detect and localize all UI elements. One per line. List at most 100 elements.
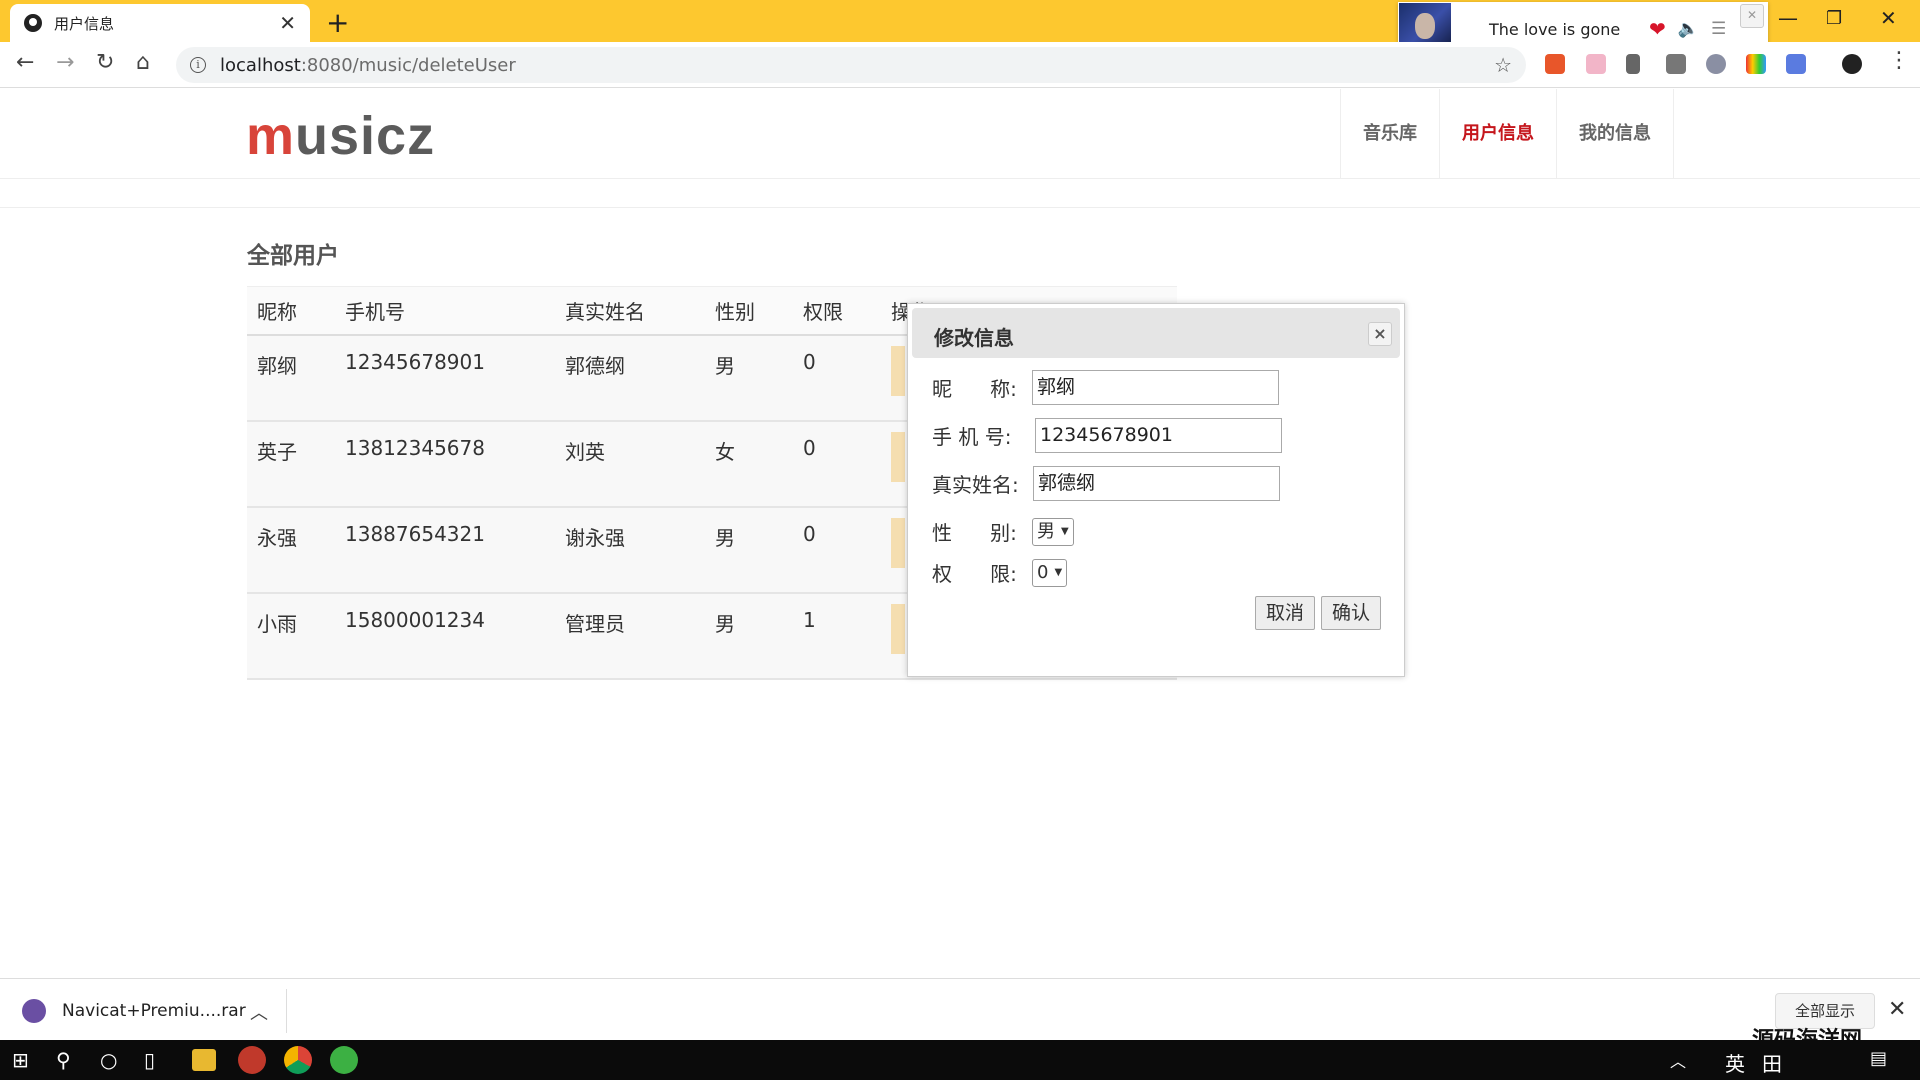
cell-realname: 刘英 bbox=[555, 420, 705, 508]
cell-permission: 0 bbox=[793, 506, 881, 594]
cell-phone: 12345678901 bbox=[335, 334, 555, 422]
col-realname: 真实姓名 bbox=[555, 286, 705, 336]
forward-icon[interactable]: → bbox=[56, 50, 74, 75]
tab-title: 用户信息 bbox=[54, 14, 115, 33]
url-bar[interactable]: i localhost:8080/music/deleteUser ☆ bbox=[176, 47, 1526, 83]
search-icon[interactable]: ⚲ bbox=[56, 1048, 71, 1072]
nav-my-info[interactable]: 我的信息 bbox=[1557, 89, 1674, 179]
col-phone: 手机号 bbox=[335, 286, 555, 336]
archive-file-icon bbox=[22, 999, 46, 1023]
chevron-up-icon[interactable]: ︿ bbox=[250, 999, 268, 1025]
new-tab-icon[interactable]: + bbox=[326, 6, 349, 39]
realname-input[interactable]: 郭德纲 bbox=[1033, 466, 1280, 501]
bookmark-star-icon[interactable]: ☆ bbox=[1494, 53, 1512, 77]
permission-value: 0 bbox=[1037, 561, 1049, 583]
cell-gender: 男 bbox=[705, 506, 793, 594]
dialog-title: 修改信息 bbox=[934, 326, 1014, 350]
ime-mode-label[interactable]: 田 bbox=[1762, 1048, 1782, 1077]
reload-icon[interactable]: ↻ bbox=[96, 50, 114, 75]
url-path: :8080/music/deleteUser bbox=[300, 54, 516, 76]
col-permission: 权限 bbox=[793, 286, 881, 336]
task-view-icon[interactable]: ▯ bbox=[144, 1048, 155, 1072]
gender-label: 性 别: bbox=[932, 521, 1017, 545]
widget-close-icon[interactable]: ✕ bbox=[1740, 4, 1764, 28]
nickname-input[interactable]: 郭纲 bbox=[1032, 370, 1279, 405]
cell-realname: 管理员 bbox=[555, 592, 705, 680]
phone-input[interactable]: 12345678901 bbox=[1035, 418, 1282, 453]
download-file-name[interactable]: Navicat+Premiu....rar bbox=[62, 1001, 246, 1021]
edit-button[interactable] bbox=[891, 603, 905, 654]
song-title: The love is gone bbox=[1489, 19, 1621, 39]
edit-button[interactable] bbox=[891, 345, 905, 396]
logo-text: usicz bbox=[295, 106, 436, 166]
site-header: musicz 音乐库 用户信息 我的信息 bbox=[0, 89, 1920, 179]
main-nav: 音乐库 用户信息 我的信息 bbox=[1340, 89, 1674, 179]
heart-icon[interactable]: ❤ bbox=[1649, 17, 1666, 41]
taskbar: ⊞ ⚲ ○ ▯ ︿ 英 田 ▤ bbox=[0, 1040, 1920, 1080]
url-host: localhost bbox=[220, 54, 301, 76]
permission-label: 权 限: bbox=[932, 562, 1017, 586]
gender-select[interactable]: 男 ▼ bbox=[1032, 517, 1074, 546]
extension-icon[interactable] bbox=[1746, 54, 1766, 74]
extension-icon[interactable] bbox=[1666, 54, 1686, 74]
extension-icon[interactable] bbox=[1706, 54, 1726, 74]
tray-chevron-icon[interactable]: ︿ bbox=[1670, 1048, 1686, 1072]
bookmark-icon[interactable] bbox=[1626, 54, 1640, 74]
home-icon[interactable]: ⌂ bbox=[136, 50, 150, 75]
back-icon[interactable]: ← bbox=[16, 50, 34, 75]
menu-icon[interactable]: ⋮ bbox=[1888, 48, 1910, 73]
edit-button[interactable] bbox=[891, 517, 905, 568]
cell-phone: 13887654321 bbox=[335, 506, 555, 594]
col-nickname: 昵称 bbox=[247, 286, 335, 336]
confirm-button[interactable]: 确认 bbox=[1321, 596, 1382, 630]
cell-phone: 15800001234 bbox=[335, 592, 555, 680]
dropdown-arrow-icon: ▼ bbox=[1054, 566, 1063, 578]
chrome-icon[interactable] bbox=[284, 1046, 312, 1074]
cell-realname: 谢永强 bbox=[555, 506, 705, 594]
browser-tab[interactable]: 用户信息 ✕ bbox=[10, 4, 310, 42]
permission-select[interactable]: 0 ▼ bbox=[1032, 558, 1068, 587]
cell-phone: 13812345678 bbox=[335, 420, 555, 508]
address-bar-row: ← → ↻ ⌂ i localhost:8080/music/deleteUse… bbox=[0, 42, 1920, 88]
site-logo[interactable]: musicz bbox=[246, 105, 435, 167]
volume-icon[interactable]: 🔈 bbox=[1678, 19, 1699, 39]
nav-music-library[interactable]: 音乐库 bbox=[1341, 89, 1440, 179]
extension-icon[interactable] bbox=[1786, 54, 1806, 74]
divider bbox=[286, 989, 287, 1033]
cortana-icon[interactable]: ○ bbox=[100, 1048, 117, 1072]
logo-letter: m bbox=[246, 106, 296, 166]
windows-start-icon[interactable]: ⊞ bbox=[12, 1048, 29, 1072]
cell-nickname: 郭纲 bbox=[247, 334, 335, 422]
ime-label[interactable]: 英 bbox=[1725, 1048, 1745, 1077]
file-explorer-icon[interactable] bbox=[192, 1049, 216, 1071]
cell-realname: 郭德纲 bbox=[555, 334, 705, 422]
restore-icon[interactable]: ❐ bbox=[1826, 8, 1842, 29]
field-nickname: 昵 称: 郭纲 bbox=[932, 370, 1279, 405]
extension-icon[interactable] bbox=[1586, 54, 1606, 74]
minimize-icon[interactable]: — bbox=[1778, 6, 1798, 30]
tab-close-icon[interactable]: ✕ bbox=[279, 11, 296, 35]
edit-button[interactable] bbox=[891, 431, 905, 482]
playlist-icon[interactable]: ☰ bbox=[1711, 19, 1726, 39]
nickname-label: 昵 称: bbox=[932, 377, 1017, 401]
profile-icon[interactable] bbox=[1842, 54, 1862, 74]
app-icon[interactable] bbox=[238, 1046, 266, 1074]
cell-permission: 0 bbox=[793, 420, 881, 508]
notification-icon[interactable]: ▤ bbox=[1870, 1048, 1887, 1069]
nav-user-info[interactable]: 用户信息 bbox=[1440, 89, 1557, 179]
tab-strip: 用户信息 ✕ + The love is gone ❤ 🔈 ☰ ✕ — ❐ ✕ bbox=[0, 0, 1920, 56]
download-bar: Navicat+Premiu....rar ︿ 全部显示 ✕ bbox=[0, 978, 1920, 1040]
app-icon[interactable] bbox=[330, 1046, 358, 1074]
close-download-bar-icon[interactable]: ✕ bbox=[1888, 997, 1906, 1022]
extension-icon[interactable] bbox=[1545, 54, 1565, 74]
field-realname: 真实姓名: 郭德纲 bbox=[932, 466, 1280, 501]
site-info-icon[interactable]: i bbox=[190, 57, 206, 73]
field-gender: 性 别: 男 ▼ bbox=[932, 517, 1074, 546]
section-title: 全部用户 bbox=[247, 243, 339, 269]
cancel-button[interactable]: 取消 bbox=[1255, 596, 1316, 630]
dialog-header: 修改信息 × bbox=[912, 308, 1400, 358]
phone-label: 手 机 号: bbox=[932, 425, 1012, 449]
window-close-icon[interactable]: ✕ bbox=[1880, 6, 1897, 30]
cell-gender: 女 bbox=[705, 420, 793, 508]
close-icon[interactable]: × bbox=[1368, 322, 1392, 346]
